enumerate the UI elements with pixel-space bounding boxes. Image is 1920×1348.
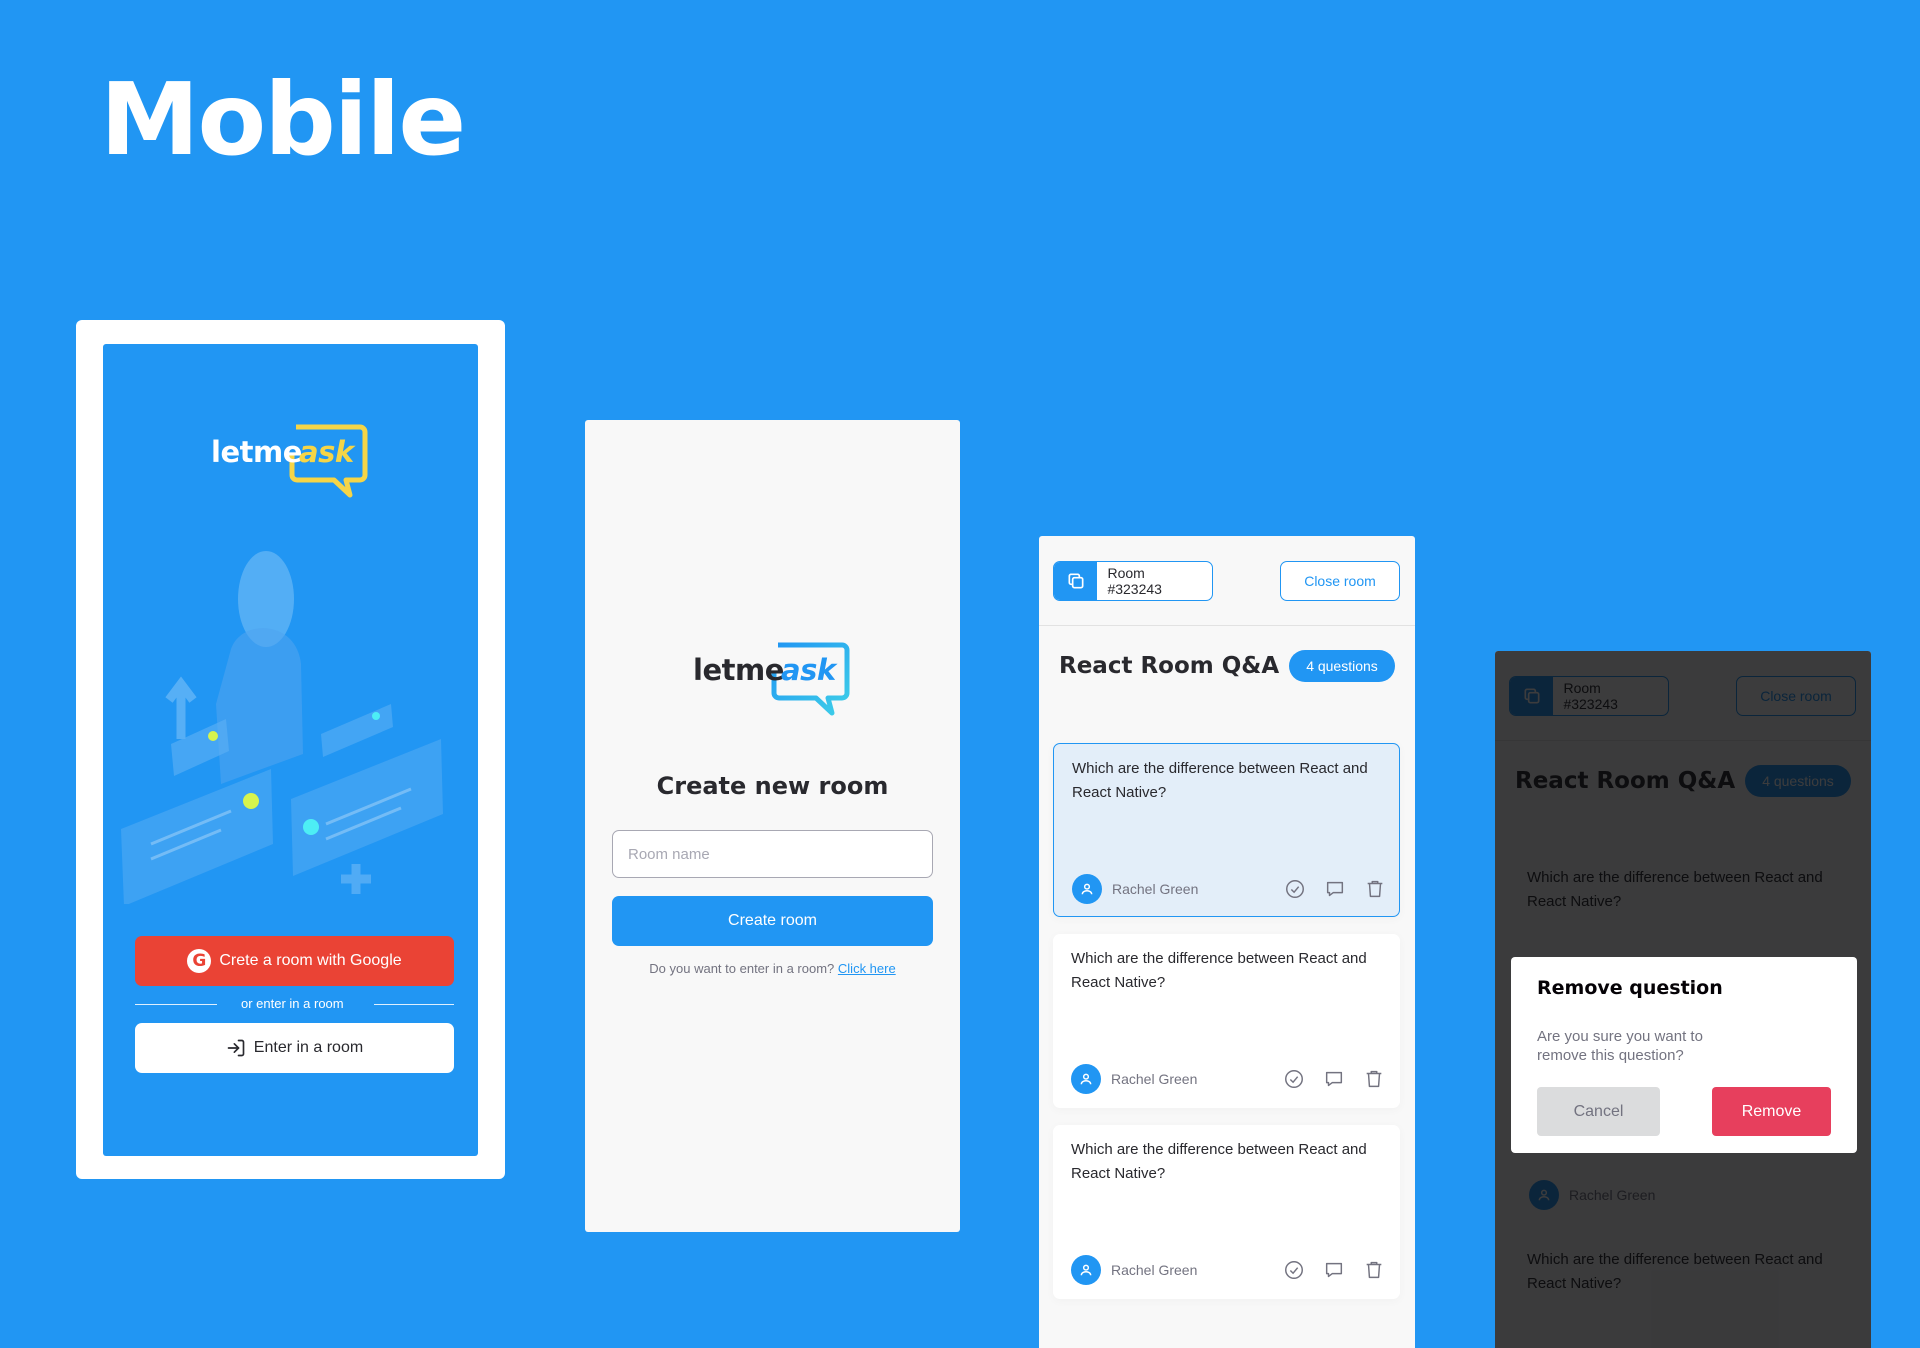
trash-icon[interactable] [1361, 1257, 1387, 1283]
remove-question-modal: Remove question Are you sure you want to… [1511, 957, 1857, 1153]
logo-text-letme: letme [211, 435, 302, 469]
questions-count-badge: 4 questions [1289, 650, 1395, 682]
user-icon [1081, 883, 1093, 895]
remove-button[interactable]: Remove [1712, 1087, 1831, 1136]
google-icon: G [187, 949, 212, 973]
create-room-button[interactable]: Create room [612, 896, 933, 946]
enter-room-button[interactable]: Enter in a room [135, 1023, 454, 1073]
message-icon[interactable] [1321, 1066, 1347, 1092]
modal-message: Are you sure you want to remove this que… [1537, 1028, 1703, 1064]
remove-modal-screen: Room #323243 Close room React Room Q&A 4… [1495, 651, 1871, 1348]
logo-text-ask: ask [781, 653, 836, 687]
check-circle-icon[interactable] [1282, 876, 1308, 902]
question-author: Rachel Green [1111, 1262, 1198, 1278]
separator-line-left [135, 1004, 217, 1005]
logo-text-letme: letme [693, 653, 784, 687]
click-here-link[interactable]: Click here [838, 961, 896, 976]
room-code-button[interactable]: Room #323243 [1053, 561, 1213, 601]
enter-room-label: Enter in a room [253, 1039, 364, 1056]
question-card: Which are the difference between React a… [1053, 934, 1400, 1108]
user-icon [1080, 1264, 1092, 1276]
illustration [121, 551, 443, 904]
question-card: Which are the difference between React a… [1053, 1125, 1400, 1299]
user-icon [1080, 1073, 1092, 1085]
question-card: Which are the difference between React a… [1053, 743, 1400, 917]
create-room-screen: letme ask Create new room Create room Do… [585, 420, 960, 1232]
check-circle-icon[interactable] [1281, 1257, 1307, 1283]
room-code-label: Room #323243 [1107, 565, 1162, 597]
avatar [1071, 1064, 1101, 1094]
hint-text: Do you want to enter in a room? [649, 961, 835, 976]
question-text: Which are the difference between React a… [1071, 1141, 1367, 1182]
room-title: React Room Q&A [1059, 653, 1280, 679]
separator-text: or enter in a room [241, 996, 344, 1011]
room-screen: Room #323243 Close room React Room Q&A 4… [1039, 536, 1415, 1348]
logo-text-ask: ask [299, 435, 354, 469]
cancel-button[interactable]: Cancel [1537, 1087, 1660, 1136]
copy-icon [1054, 562, 1098, 600]
google-login-button[interactable]: G Crete a room with Google [135, 936, 454, 986]
separator-line-right [374, 1004, 454, 1005]
trash-icon[interactable] [1362, 876, 1388, 902]
google-login-label: Crete a room with Google [219, 952, 402, 969]
room-header: Room #323243 Close room [1039, 536, 1415, 626]
question-text: Which are the difference between React a… [1072, 760, 1368, 801]
create-room-title: Create new room [656, 772, 889, 800]
login-screen: letme ask G Crete a room with Google or … [103, 344, 478, 1156]
question-text: Which are the difference between React a… [1071, 950, 1367, 991]
logo: letme ask [693, 638, 853, 718]
message-icon[interactable] [1321, 1257, 1347, 1283]
check-circle-icon[interactable] [1281, 1066, 1307, 1092]
avatar [1071, 1255, 1101, 1285]
logo: letme ask [211, 420, 371, 500]
trash-icon[interactable] [1361, 1066, 1387, 1092]
question-author: Rachel Green [1111, 1071, 1198, 1087]
avatar [1072, 874, 1102, 904]
close-room-button[interactable]: Close room [1280, 561, 1400, 601]
page-title: Mobile [100, 61, 466, 178]
message-icon[interactable] [1322, 876, 1348, 902]
question-author: Rachel Green [1112, 881, 1199, 897]
log-in-icon [227, 1039, 245, 1057]
room-name-input[interactable] [612, 830, 933, 878]
enter-room-hint: Do you want to enter in a room? Click he… [585, 961, 960, 976]
modal-title: Remove question [1537, 977, 1723, 999]
